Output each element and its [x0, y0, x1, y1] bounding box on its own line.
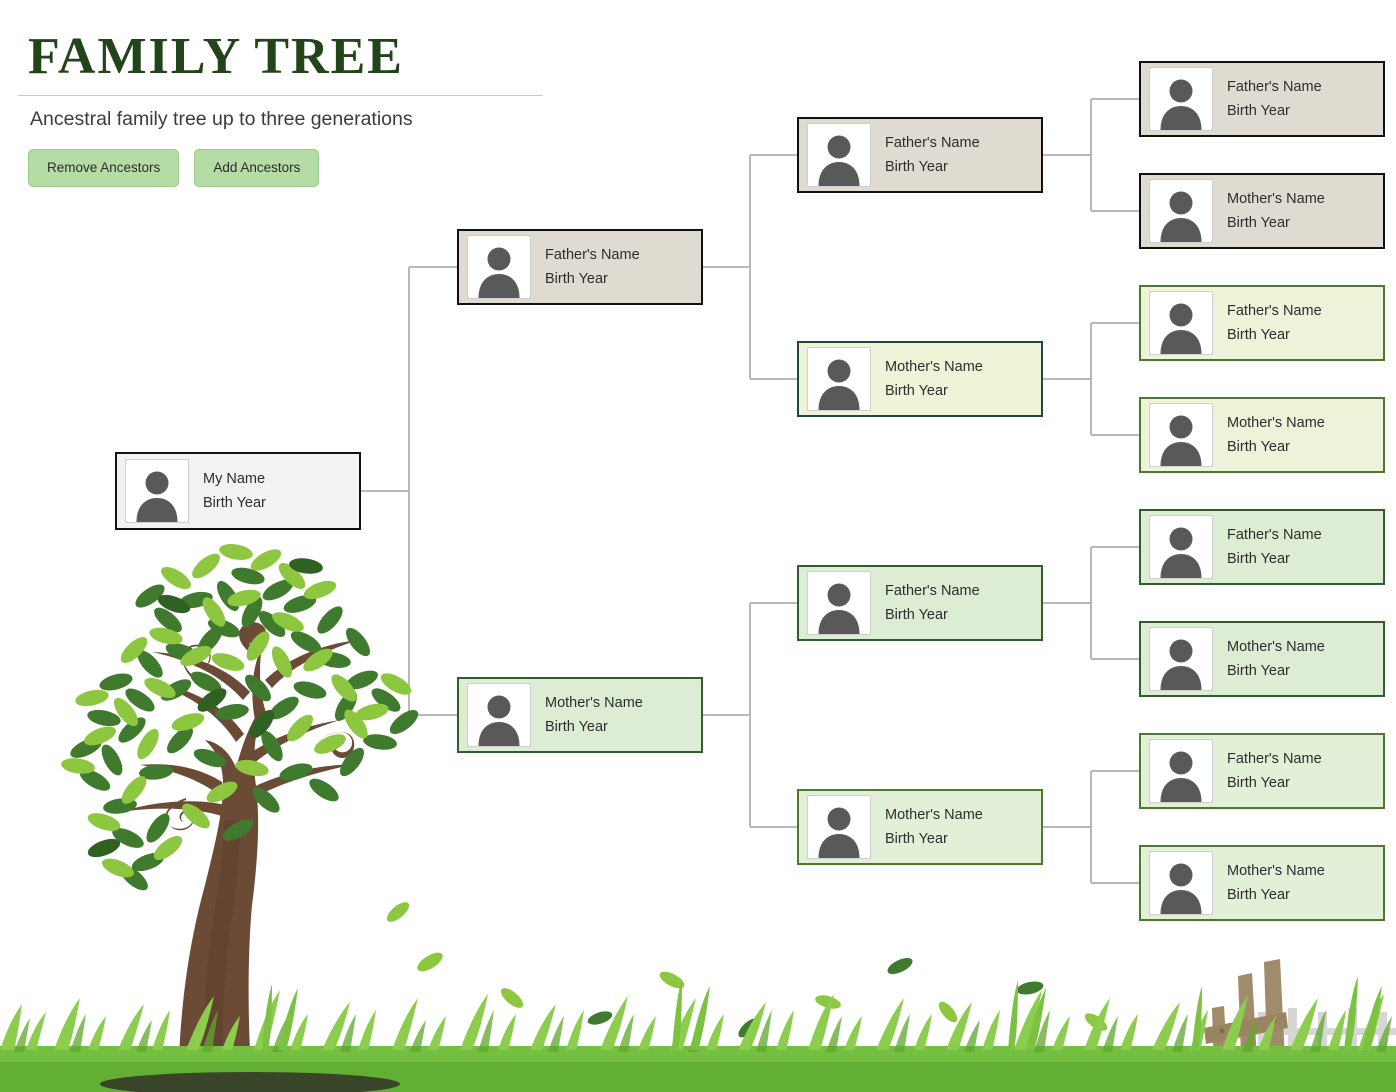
person-name: Mother's Name	[545, 694, 643, 711]
person-text: Mother's Name Birth Year	[1227, 414, 1325, 455]
person-birth-year: Birth Year	[1227, 775, 1290, 791]
person-name: Father's Name	[885, 582, 980, 599]
person-avatar-icon	[1149, 67, 1213, 131]
person-text: Mother's Name Birth Year	[1227, 190, 1325, 231]
node-great-grandfather-4[interactable]: Father's Name Birth Year	[1139, 733, 1385, 809]
person-name: Mother's Name	[1227, 414, 1325, 431]
wooden-fence	[1204, 959, 1288, 1082]
person-text: Father's Name Birth Year	[885, 134, 980, 175]
white-fence	[1252, 1008, 1396, 1074]
person-birth-year: Birth Year	[545, 271, 608, 287]
person-name: Mother's Name	[885, 806, 983, 823]
person-avatar-icon	[1149, 291, 1213, 355]
person-text: Mother's Name Birth Year	[545, 694, 643, 735]
connector-father-to-gp	[703, 154, 797, 380]
person-avatar-icon	[1149, 403, 1213, 467]
person-text: Father's Name Birth Year	[885, 582, 980, 623]
person-avatar-icon	[467, 235, 531, 299]
person-avatar-icon	[125, 459, 189, 523]
person-text: Father's Name Birth Year	[1227, 750, 1322, 791]
node-father[interactable]: Father's Name Birth Year	[457, 229, 703, 305]
person-name: Mother's Name	[1227, 638, 1325, 655]
person-avatar-icon	[467, 683, 531, 747]
person-birth-year: Birth Year	[1227, 327, 1290, 343]
person-birth-year: Birth Year	[203, 495, 266, 511]
node-great-grandmother-4[interactable]: Mother's Name Birth Year	[1139, 845, 1385, 921]
person-avatar-icon	[807, 123, 871, 187]
person-birth-year: Birth Year	[1227, 551, 1290, 567]
node-great-grandfather-3[interactable]: Father's Name Birth Year	[1139, 509, 1385, 585]
person-avatar-icon	[1149, 627, 1213, 691]
node-paternal-grandfather[interactable]: Father's Name Birth Year	[797, 117, 1043, 193]
node-great-grandfather-2[interactable]: Father's Name Birth Year	[1139, 285, 1385, 361]
person-text: Father's Name Birth Year	[1227, 302, 1322, 343]
person-avatar-icon	[1149, 851, 1213, 915]
person-birth-year: Birth Year	[885, 831, 948, 847]
person-avatar-icon	[807, 571, 871, 635]
connector-self-to-parents	[361, 266, 457, 716]
person-text: Mother's Name Birth Year	[885, 806, 983, 847]
node-maternal-grandfather[interactable]: Father's Name Birth Year	[797, 565, 1043, 641]
node-great-grandmother-2[interactable]: Mother's Name Birth Year	[1139, 397, 1385, 473]
person-text: Father's Name Birth Year	[1227, 526, 1322, 567]
person-avatar-icon	[807, 347, 871, 411]
person-birth-year: Birth Year	[1227, 439, 1290, 455]
node-maternal-grandmother[interactable]: Mother's Name Birth Year	[797, 789, 1043, 865]
person-text: Mother's Name Birth Year	[1227, 862, 1325, 903]
person-birth-year: Birth Year	[1227, 215, 1290, 231]
node-mother[interactable]: Mother's Name Birth Year	[457, 677, 703, 753]
person-birth-year: Birth Year	[1227, 887, 1290, 903]
connector-fm-to-ggp	[1043, 322, 1139, 436]
person-name: Father's Name	[1227, 302, 1322, 319]
node-great-grandfather-1[interactable]: Father's Name Birth Year	[1139, 61, 1385, 137]
person-name: Father's Name	[1227, 526, 1322, 543]
person-text: Father's Name Birth Year	[545, 246, 640, 287]
person-text: My Name Birth Year	[203, 470, 266, 511]
grass-band	[0, 976, 1396, 1092]
person-name: Father's Name	[1227, 750, 1322, 767]
node-paternal-grandmother[interactable]: Mother's Name Birth Year	[797, 341, 1043, 417]
node-great-grandmother-1[interactable]: Mother's Name Birth Year	[1139, 173, 1385, 249]
person-text: Mother's Name Birth Year	[1227, 638, 1325, 679]
person-birth-year: Birth Year	[885, 159, 948, 175]
person-name: Father's Name	[1227, 78, 1322, 95]
person-avatar-icon	[1149, 515, 1213, 579]
person-name: My Name	[203, 470, 266, 487]
person-text: Mother's Name Birth Year	[885, 358, 983, 399]
family-tree-diagram: My Name Birth Year Father's Name Birth Year…	[0, 0, 1396, 960]
connector-mother-to-gp	[703, 602, 797, 828]
person-birth-year: Birth Year	[1227, 103, 1290, 119]
person-name: Father's Name	[885, 134, 980, 151]
person-avatar-icon	[1149, 739, 1213, 803]
person-name: Mother's Name	[1227, 862, 1325, 879]
person-text: Father's Name Birth Year	[1227, 78, 1322, 119]
person-avatar-icon	[1149, 179, 1213, 243]
person-birth-year: Birth Year	[1227, 663, 1290, 679]
person-name: Mother's Name	[885, 358, 983, 375]
person-birth-year: Birth Year	[885, 383, 948, 399]
person-avatar-icon	[807, 795, 871, 859]
node-great-grandmother-3[interactable]: Mother's Name Birth Year	[1139, 621, 1385, 697]
person-birth-year: Birth Year	[885, 607, 948, 623]
person-name: Father's Name	[545, 246, 640, 263]
connector-mm-to-ggp	[1043, 770, 1139, 884]
person-name: Mother's Name	[1227, 190, 1325, 207]
person-birth-year: Birth Year	[545, 719, 608, 735]
connector-mf-to-ggp	[1043, 546, 1139, 660]
connector-ff-to-ggp	[1043, 98, 1139, 212]
node-self[interactable]: My Name Birth Year	[115, 452, 361, 530]
